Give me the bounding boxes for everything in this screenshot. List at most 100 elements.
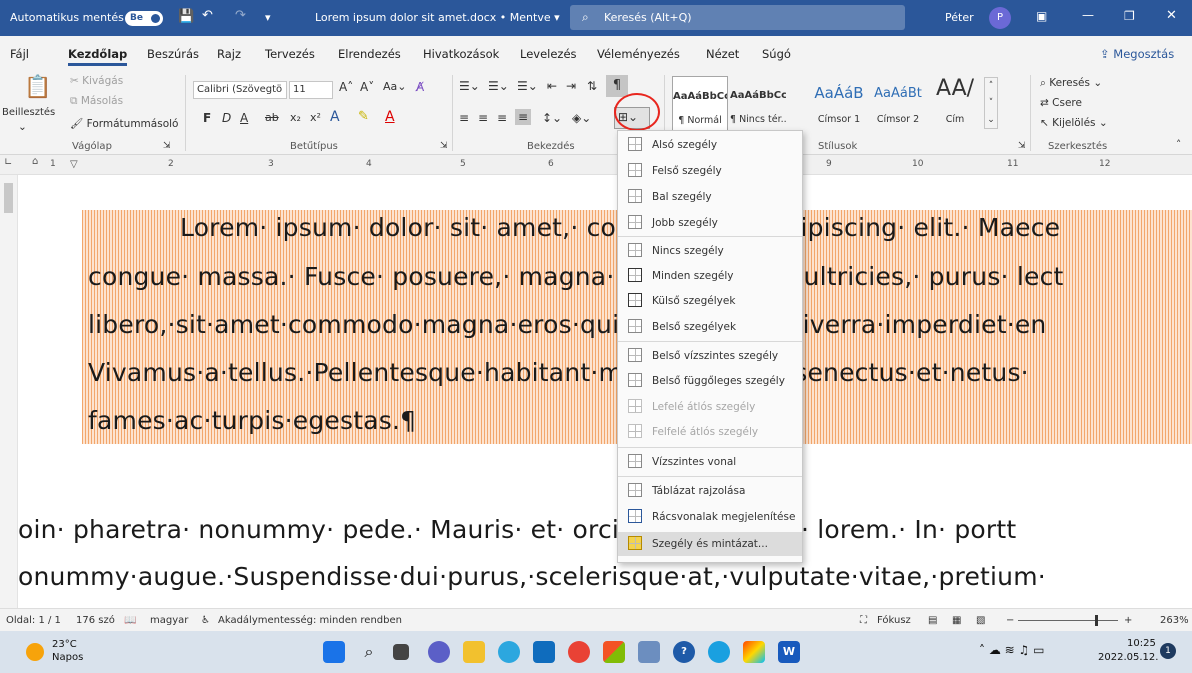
- edge-icon[interactable]: [498, 641, 520, 663]
- menu-item-borders-and-shading[interactable]: Szegély és mintázat...: [618, 532, 802, 556]
- weather-desc[interactable]: Napos: [52, 652, 83, 663]
- accessibility-status[interactable]: Akadálymentesség: minden rendben: [218, 615, 402, 626]
- menu-item-horizontal-line[interactable]: Vízszintes vonal: [618, 450, 802, 474]
- search-box[interactable]: ⌕ Keresés (Alt+Q): [570, 5, 905, 30]
- horizontal-ruler[interactable]: ∟ ⌂ 1 ▽ 2 3 4 5 6 7 8 9 10 11 12: [0, 155, 1192, 175]
- page-count[interactable]: Oldal: 1 / 1: [6, 615, 61, 626]
- menu-item-bottom-border[interactable]: Alsó szegély: [618, 133, 802, 157]
- word-icon[interactable]: W: [778, 641, 800, 663]
- zoom-level[interactable]: 263%: [1160, 615, 1189, 626]
- task-view-icon[interactable]: [393, 644, 409, 660]
- text-line[interactable]: Vivamus·a·tellus.·Pellentesque·habitant·…: [88, 358, 1029, 387]
- tab-file[interactable]: Fájl: [10, 47, 29, 61]
- menu-item-top-border[interactable]: Felső szegély: [618, 159, 802, 183]
- chrome-icon[interactable]: [568, 641, 590, 663]
- style-title[interactable]: AA/ Cím: [928, 76, 982, 132]
- copy-button[interactable]: ⧉ Másolás: [70, 95, 123, 108]
- avatar[interactable]: P: [989, 7, 1011, 29]
- proofing-icon[interactable]: 📖: [124, 615, 136, 626]
- text-line[interactable]: libero,·sit·amet·commodo·magna·eros·quis…: [88, 310, 1046, 339]
- font-color-icon[interactable]: A: [385, 109, 395, 125]
- collapse-ribbon-icon[interactable]: ˄: [1176, 139, 1181, 151]
- clock-date[interactable]: 2022.05.12.: [1098, 652, 1158, 663]
- tab-selector-icon[interactable]: ∟: [4, 157, 12, 168]
- tab-help[interactable]: Súgó: [762, 47, 791, 61]
- subscript-button[interactable]: x₂: [290, 111, 301, 124]
- bullets-icon[interactable]: ☰⌄: [459, 79, 480, 93]
- find-button[interactable]: ⌕ Keresés ⌄: [1040, 77, 1102, 90]
- menu-item-no-border[interactable]: Nincs szegély: [618, 239, 802, 263]
- tab-home[interactable]: Kezdőlap: [68, 47, 128, 66]
- redo-icon[interactable]: ↷: [235, 8, 246, 23]
- tab-insert[interactable]: Beszúrás: [147, 47, 199, 61]
- web-layout-icon[interactable]: ▧: [976, 615, 985, 626]
- save-icon[interactable]: 💾: [178, 9, 194, 24]
- strikethrough-button[interactable]: ab: [265, 111, 279, 124]
- tab-references[interactable]: Hivatkozások: [423, 47, 499, 61]
- paste-label[interactable]: Beillesztés: [2, 107, 55, 118]
- style-normal[interactable]: AaÁáBbCc ¶ Normál: [672, 76, 728, 132]
- menu-item-draw-table[interactable]: Táblázat rajzolása: [618, 479, 802, 503]
- store-icon[interactable]: [603, 641, 625, 663]
- start-icon[interactable]: [323, 641, 345, 663]
- style-heading-1[interactable]: AaÁáB Címsor 1: [810, 76, 868, 132]
- shrink-font-icon[interactable]: A˅: [360, 80, 374, 94]
- clipboard-launcher-icon[interactable]: ⇲: [163, 141, 171, 151]
- paint-icon[interactable]: [743, 641, 765, 663]
- text-line[interactable]: onummy·augue.·Suspendisse·dui·purus,·sce…: [18, 562, 1046, 591]
- cut-button[interactable]: ✂ Kivágás: [70, 75, 123, 87]
- tray-icons[interactable]: ˄ ☁ ≋ ♫ ▭: [979, 643, 1044, 657]
- app-icon[interactable]: [638, 641, 660, 663]
- shading-icon[interactable]: ◈⌄: [572, 111, 591, 125]
- format-painter-button[interactable]: 🖌 Formátummásoló: [70, 117, 178, 130]
- styles-launcher-icon[interactable]: ⇲: [1018, 141, 1026, 151]
- close-icon[interactable]: ✕: [1166, 8, 1177, 23]
- read-mode-icon[interactable]: ▤: [928, 615, 937, 626]
- autosave-toggle[interactable]: Be: [125, 11, 163, 26]
- maximize-icon[interactable]: ❐: [1124, 9, 1135, 23]
- help-icon[interactable]: ?: [673, 641, 695, 663]
- styles-scroll-icon[interactable]: ˄ ˅ ⌄: [984, 77, 998, 129]
- bold-button[interactable]: F: [203, 111, 211, 125]
- tab-view[interactable]: Nézet: [706, 47, 739, 61]
- paste-dropdown-icon[interactable]: ⌄: [18, 121, 27, 133]
- font-size-combo[interactable]: 11: [289, 81, 333, 99]
- underline-button[interactable]: A: [240, 111, 248, 125]
- tab-layout[interactable]: Elrendezés: [338, 47, 401, 61]
- word-count[interactable]: 176 szó: [76, 615, 115, 626]
- file-explorer-icon[interactable]: [463, 641, 485, 663]
- menu-item-left-border[interactable]: Bal szegély: [618, 185, 802, 209]
- tab-design[interactable]: Tervezés: [265, 47, 315, 61]
- chat-icon[interactable]: [428, 641, 450, 663]
- clear-formatting-icon[interactable]: A̸: [416, 80, 424, 94]
- replace-button[interactable]: ⇄ Csere: [1040, 97, 1082, 109]
- minimize-icon[interactable]: —: [1082, 8, 1094, 22]
- grow-font-icon[interactable]: A˄: [339, 80, 353, 94]
- menu-item-view-gridlines[interactable]: Rácsvonalak megjelenítése: [618, 505, 802, 529]
- justify-icon[interactable]: ≡: [515, 109, 532, 125]
- ribbon-display-icon[interactable]: ▣: [1036, 9, 1047, 23]
- line-spacing-icon[interactable]: ↕⌄: [542, 111, 562, 125]
- customize-qat-icon[interactable]: ▾: [265, 11, 271, 24]
- right-indent-icon[interactable]: ▽: [70, 159, 78, 170]
- document-canvas[interactable]: Lorem· ipsum· dolor· sit· amet,· consect…: [18, 175, 1192, 608]
- focus-icon[interactable]: ⛶: [860, 615, 867, 626]
- weather-icon[interactable]: [26, 643, 44, 661]
- share-button[interactable]: ⇪ Megosztás: [1100, 47, 1174, 61]
- text-line[interactable]: fames·ac·turpis·egestas.¶: [88, 406, 416, 435]
- notification-badge[interactable]: 1: [1160, 643, 1176, 659]
- menu-item-inside-borders[interactable]: Belső szegélyek: [618, 315, 802, 339]
- user-name[interactable]: Péter: [945, 11, 974, 24]
- change-case-icon[interactable]: Aa⌄: [383, 80, 406, 93]
- paste-icon[interactable]: 📋: [24, 75, 51, 100]
- search-icon[interactable]: ⌕: [358, 641, 380, 663]
- mail-icon[interactable]: [533, 641, 555, 663]
- numbering-icon[interactable]: ☰⌄: [488, 79, 509, 93]
- italic-button[interactable]: D: [222, 111, 231, 125]
- text-effects-icon[interactable]: A: [330, 109, 340, 125]
- align-right-icon[interactable]: ≡: [497, 111, 507, 125]
- show-formatting-button[interactable]: ¶: [606, 75, 628, 97]
- menu-item-all-borders[interactable]: Minden szegély: [618, 264, 802, 288]
- style-heading-2[interactable]: AaÁáBt Címsor 2: [870, 76, 926, 132]
- indent-marker-icon[interactable]: ⌂: [32, 156, 38, 167]
